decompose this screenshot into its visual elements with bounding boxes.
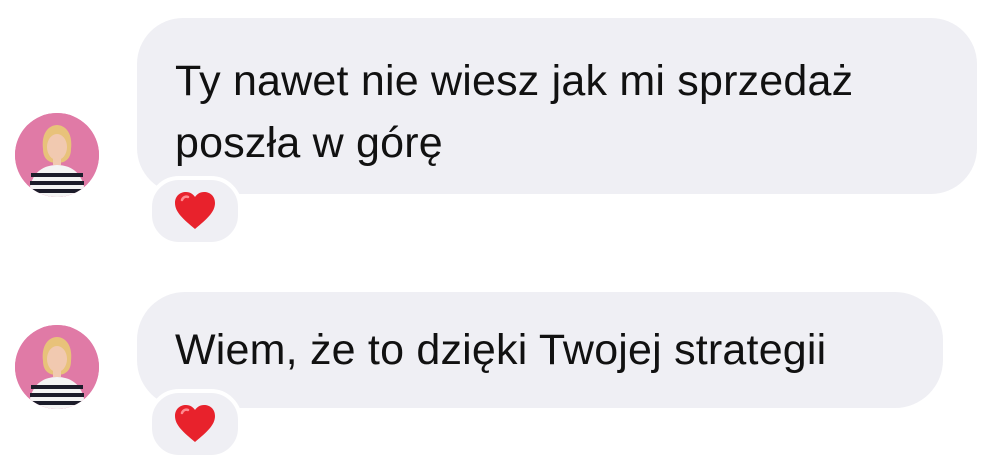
message-text: Wiem, że to dzięki Twojej strategii: [175, 326, 827, 374]
message-row: Wiem, że to dzięki Twojej strategii: [0, 0, 991, 459]
reaction-badge[interactable]: [148, 389, 242, 459]
heart-icon: [175, 405, 215, 442]
avatar[interactable]: [15, 325, 99, 409]
avatar-image: [15, 325, 99, 409]
message-bubble[interactable]: Wiem, że to dzięki Twojej strategii: [137, 292, 943, 408]
